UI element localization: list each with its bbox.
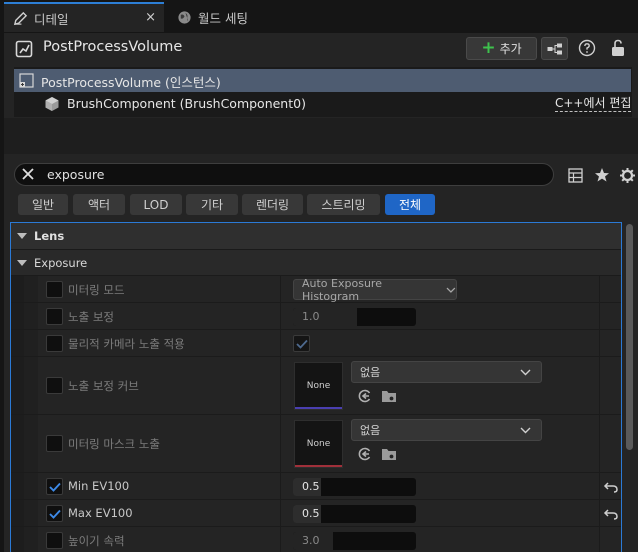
property-row-physical-camera: 물리적 카메라 노출 적용 [11,329,621,356]
category-lens[interactable]: Lens [11,223,621,249]
exposure-compensation-input[interactable]: 1.0 [293,308,416,326]
plus-icon: + [481,38,496,58]
clear-search-icon[interactable] [20,166,36,182]
checkmark-icon [48,509,61,519]
filter-lod[interactable]: LOD [130,194,182,215]
curve-asset-dropdown[interactable]: 없음 [351,361,542,383]
tree-row-component[interactable]: BrushComponent (BrushComponent0) [14,92,631,116]
filter-streaming[interactable]: 스트리밍 [307,194,380,215]
table-view-icon[interactable] [566,166,584,184]
reset-to-default-icon[interactable] [603,479,619,495]
blueprint-button[interactable] [541,37,568,60]
dropdown-value: Auto Exposure Histogram [302,276,382,303]
property-label: 미터링 마스크 노출 [68,437,160,451]
chevron-down-icon [520,427,531,433]
checkmark-icon [295,339,308,349]
pencil-icon [12,10,28,26]
checkmark-icon [48,482,61,492]
help-icon[interactable] [578,39,596,57]
filter-rendering[interactable]: 렌더링 [242,194,303,215]
override-checkbox[interactable] [46,281,63,298]
thumbnail-text: None [306,439,331,449]
cube-icon [45,97,59,111]
globe-icon [176,9,192,25]
asset-thumbnail[interactable]: None [294,420,343,468]
browse-folder-icon[interactable] [381,446,397,462]
reset-to-default-icon[interactable] [603,506,619,522]
min-ev100-input[interactable]: 0.5 [293,478,416,496]
category-exposure-title: Exposure [34,255,88,270]
category-exposure[interactable]: Exposure [11,249,621,275]
star-icon[interactable] [593,166,611,184]
property-row-metering-mask: 미터링 마스크 노출 None 없음 [11,414,621,472]
hierarchy-icon [547,43,562,54]
tab-world-settings[interactable]: 월드 세팅 [168,2,308,32]
collapse-arrow-icon [17,233,27,239]
page-title: PostProcessVolume [43,39,183,55]
filter-actor[interactable]: 액터 [73,194,125,215]
property-row-min-ev100: Min EV100 0.5 [11,472,621,499]
override-checkbox[interactable] [46,377,63,394]
tab-details[interactable]: 디테일 × [4,2,164,32]
scrollbar-thumb[interactable] [626,224,633,450]
use-selected-icon[interactable] [357,446,373,462]
override-checkbox[interactable] [46,308,63,325]
override-checkbox[interactable] [46,532,63,549]
numeric-value: 0.5 [302,507,320,520]
chevron-down-icon [520,369,531,375]
property-label: 노출 보정 [68,310,114,324]
actor-icon [15,40,33,58]
property-label: 노출 보정 커브 [68,379,139,393]
tab-details-label: 디테일 [34,11,69,27]
filter-misc[interactable]: 기타 [186,194,238,215]
property-row-metering-mode: 미터링 모드 Auto Exposure Histogram [11,275,621,303]
override-checkbox[interactable] [46,505,63,522]
override-checkbox[interactable] [46,478,63,495]
filter-general[interactable]: 일반 [18,194,68,215]
tree-instance-label: PostProcessVolume (인스턴스) [41,75,221,90]
category-lens-title: Lens [34,229,65,243]
filter-all[interactable]: 전체 [385,194,435,215]
tab-world-settings-label: 월드 세팅 [198,10,248,26]
mask-asset-dropdown[interactable]: 없음 [351,419,542,441]
thumbnail-text: None [306,381,331,391]
max-ev100-input[interactable]: 0.5 [293,505,416,523]
property-label: Max EV100 [68,506,133,520]
gear-icon[interactable] [618,166,636,184]
numeric-value: 3.0 [302,534,320,547]
add-button-label: 추가 [499,42,522,56]
tree-component-label: BrushComponent (BrushComponent0) [67,96,306,111]
close-icon[interactable]: × [145,10,156,25]
override-checkbox[interactable] [46,335,63,352]
physical-camera-checkbox[interactable] [293,335,310,352]
property-row-speed-up: 높이기 속력 3.0 [11,526,621,552]
use-selected-icon[interactable] [357,388,373,404]
add-component-button[interactable]: + 추가 [466,37,537,60]
actor-instance-icon [19,73,34,88]
override-checkbox[interactable] [46,435,63,452]
collapse-arrow-icon [17,259,27,266]
splitter[interactable] [4,118,638,154]
property-label: Min EV100 [68,479,130,493]
lock-icon[interactable] [609,38,627,58]
dropdown-value: 없음 [360,366,381,379]
property-row-exposure-compensation: 노출 보정 1.0 [11,302,621,329]
browse-folder-icon[interactable] [381,388,397,404]
property-row-exposure-curve: 노출 보정 커브 None 없음 [11,356,621,414]
tree-row-instance[interactable]: PostProcessVolume (인스턴스) [14,69,631,92]
numeric-value: 1.0 [302,310,320,323]
chevron-down-icon [446,287,456,293]
metering-mode-dropdown[interactable]: Auto Exposure Histogram [293,276,457,303]
numeric-value: 0.5 [302,480,320,493]
dropdown-value: 없음 [360,424,381,437]
property-row-max-ev100: Max EV100 0.5 [11,499,621,526]
property-label: 미터링 모드 [68,283,125,297]
property-label: 물리적 카메라 노출 적용 [68,337,185,351]
search-input[interactable] [47,165,537,184]
asset-thumbnail[interactable]: None [294,362,343,410]
property-grid: Lens Exposure 미터링 모드 Auto Exposure Histo… [10,222,622,552]
property-label: 높이기 속력 [68,534,125,548]
speed-up-input[interactable]: 3.0 [293,532,416,550]
edit-in-cpp-link[interactable]: C++에서 편집 [555,96,632,112]
